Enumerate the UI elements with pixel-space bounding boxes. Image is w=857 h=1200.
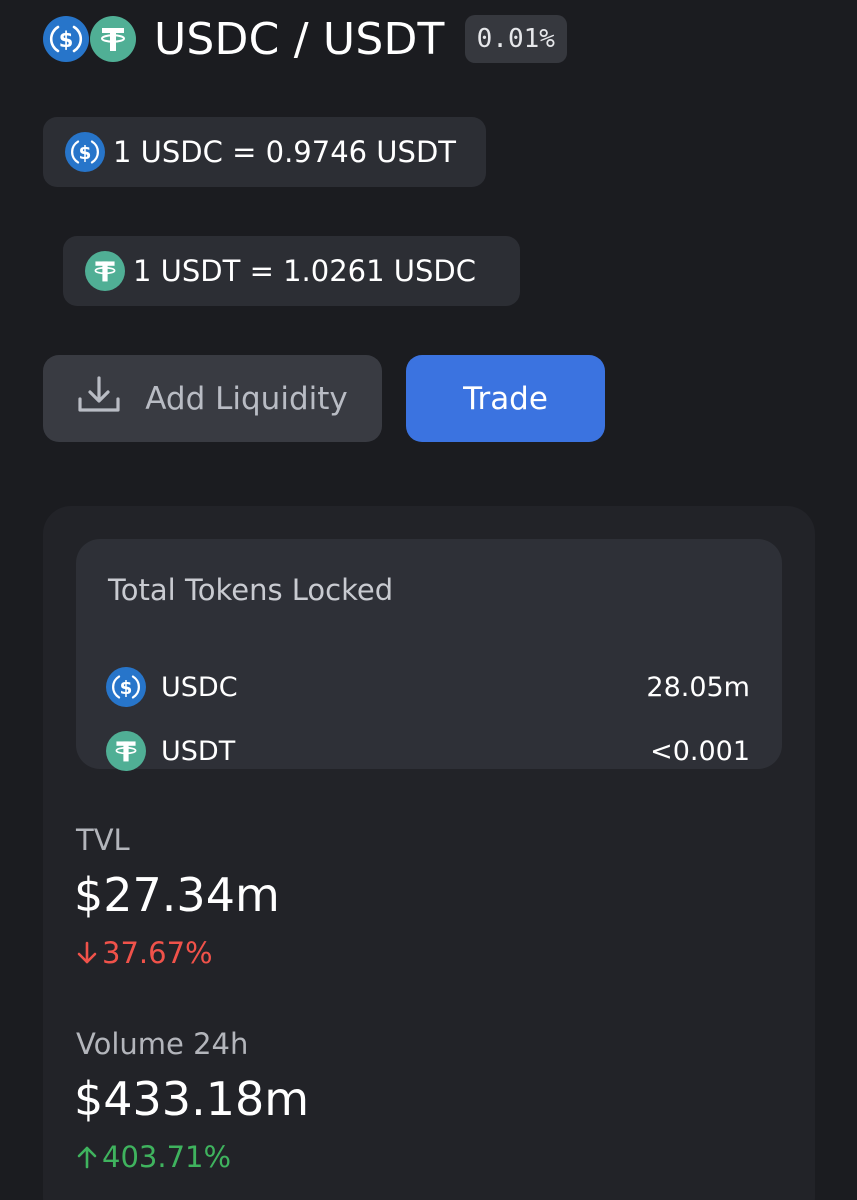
locked-symbol: USDT [161, 735, 236, 767]
locked-row-usdc: $ USDC 28.05m [106, 665, 750, 709]
arrow-up-icon [76, 1144, 98, 1170]
download-icon [77, 375, 121, 423]
tvl-value: $27.34m [74, 868, 280, 922]
usdc-rate-chip[interactable]: $ 1 USDC = 0.9746 USDT [43, 117, 486, 187]
total-tokens-locked-card: Total Tokens Locked $ USDC 28.05m USDT <… [76, 539, 782, 771]
volume-value: $433.18m [74, 1072, 310, 1126]
usdt-icon [106, 731, 146, 771]
volume-label: Volume 24h [76, 1027, 249, 1061]
pool-stats-card: Total Tokens Locked $ USDC 28.05m USDT <… [43, 506, 815, 1200]
svg-text:$: $ [79, 143, 92, 164]
pair-icons: $ [43, 16, 136, 62]
locked-amount: <0.001 [650, 735, 750, 767]
volume-change-value: 403.71% [102, 1140, 232, 1174]
usdt-rate-chip[interactable]: 1 USDT = 1.0261 USDC [63, 236, 520, 306]
tvl-label: TVL [76, 823, 130, 857]
arrow-down-icon [76, 940, 98, 966]
pair-title: USDC / USDT [154, 13, 445, 65]
tvl-change: 37.67% [76, 936, 213, 970]
usdt-icon [85, 251, 125, 291]
svg-text:$: $ [59, 28, 74, 52]
add-liquidity-button[interactable]: Add Liquidity [43, 355, 382, 442]
trade-button[interactable]: Trade [406, 355, 605, 442]
usdc-icon: $ [65, 132, 105, 172]
locked-row-usdt: USDT <0.001 [106, 729, 750, 773]
locked-amount: 28.05m [646, 671, 750, 703]
locked-symbol: USDC [161, 671, 238, 703]
add-liquidity-label: Add Liquidity [145, 380, 348, 417]
total-tokens-locked-title: Total Tokens Locked [108, 573, 394, 607]
pool-page: $ USDC / USDT 0.01% $ 1 USDC = 0.9746 US… [0, 0, 857, 1200]
usdc-icon: $ [43, 16, 89, 62]
tvl-change-value: 37.67% [102, 936, 213, 970]
usdt-rate-text: 1 USDT = 1.0261 USDC [133, 254, 476, 288]
usdt-icon [90, 16, 136, 62]
trade-label: Trade [463, 380, 548, 417]
usdc-rate-text: 1 USDC = 0.9746 USDT [113, 135, 456, 169]
fee-tier-badge: 0.01% [464, 15, 567, 63]
usdc-icon: $ [106, 667, 146, 707]
volume-change: 403.71% [76, 1140, 231, 1174]
svg-text:$: $ [120, 678, 133, 699]
pool-header: $ USDC / USDT 0.01% [43, 10, 567, 68]
